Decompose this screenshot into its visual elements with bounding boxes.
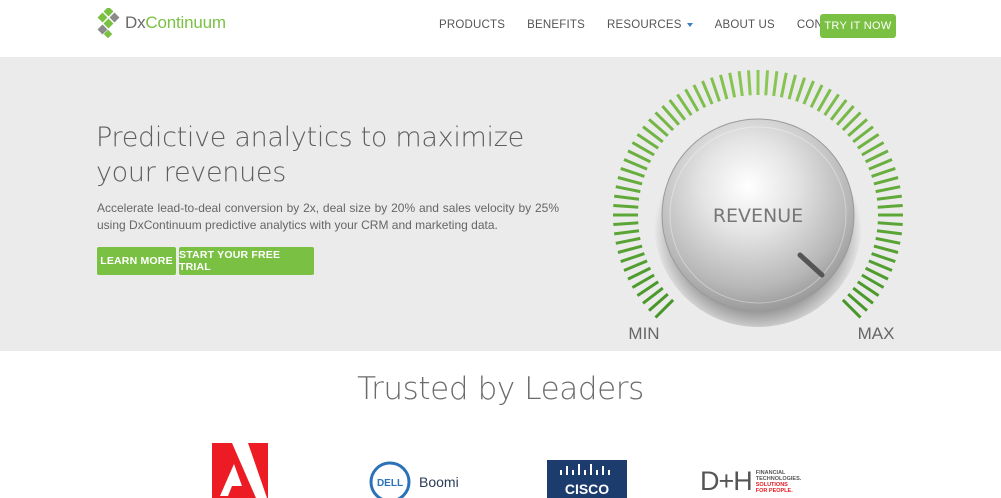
boomi-word: Boomi [419, 474, 459, 490]
dial-tick [709, 77, 721, 102]
hero-section: Predictive analytics to maximize your re… [0, 57, 1001, 351]
dial-tick [613, 221, 639, 226]
start-free-trial-button[interactable]: START YOUR FREE TRIAL [179, 247, 314, 275]
dial-tick [875, 185, 901, 194]
dial-tick [877, 221, 903, 226]
brand-logo[interactable]: DxContinuum [96, 6, 226, 39]
dial-tick [701, 80, 714, 105]
dial-tick [871, 166, 896, 178]
dial-tick [719, 74, 729, 100]
revenue-dial: REVENUE MIN MAX [608, 65, 908, 350]
dial-tick [747, 70, 752, 96]
nav-benefits[interactable]: BENEFITS [516, 15, 596, 35]
dell-boomi-logo: DELL Boomi [369, 461, 459, 498]
dxcontinuum-logo-icon [96, 6, 122, 39]
dial-tick [868, 158, 893, 171]
dial-tick [614, 229, 640, 236]
dial-tick [620, 166, 645, 178]
nav-resources-label: RESOURCES [606, 19, 682, 31]
main-menu: PRODUCTS BENEFITS RESOURCES ABOUT US CON… [428, 15, 884, 35]
svg-text:CISCO: CISCO [565, 481, 609, 497]
dial-min-label: MIN [628, 324, 659, 343]
dial-label: REVENUE [713, 205, 803, 227]
cisco-logo: CISCO [547, 460, 627, 498]
chevron-down-icon [686, 22, 693, 27]
dial-tick [802, 80, 815, 105]
brand-name: DxContinuum [125, 13, 226, 32]
dial-tick [620, 252, 645, 264]
hero-subtitle: Accelerate lead-to-deal conversion by 2x… [97, 201, 559, 232]
dial-tick [871, 252, 896, 264]
dial-tick [779, 72, 788, 98]
dial-tick [875, 236, 901, 245]
dial-tick [615, 236, 641, 245]
dial-tick [614, 194, 640, 201]
trusted-heading: Trusted by Leaders [357, 371, 644, 407]
dial-tick [613, 204, 639, 209]
dial-tick [873, 244, 899, 254]
page: DxContinuum PRODUCTS BENEFITS RESOURCES … [0, 0, 1001, 498]
client-logos: DELL Boomi CISCO D+H FINANCIAL TECHNOLOG… [0, 440, 1001, 498]
dh-tagline: FINANCIAL TECHNOLOGIES. SOLUTIONS FOR PE… [755, 469, 802, 494]
nav-products[interactable]: PRODUCTS [428, 15, 516, 35]
dial-max-label: MAX [858, 324, 895, 343]
nav-about-us[interactable]: ABOUT US [704, 15, 786, 35]
dial-tick [623, 158, 648, 171]
nav-resources[interactable]: RESOURCES [596, 15, 704, 35]
dial-tick [876, 194, 902, 201]
dial-tick [623, 259, 648, 272]
dial-tick [795, 77, 807, 102]
dial-tick [737, 71, 744, 97]
dial-tick [615, 185, 641, 194]
dh-logo: D+H FINANCIAL TECHNOLOGIES. SOLUTIONS FO… [700, 466, 801, 497]
dial-tick [617, 176, 643, 186]
dial-tick [876, 229, 902, 236]
dial-tick [787, 74, 797, 100]
svg-text:DELL: DELL [377, 478, 403, 489]
dial-tick [868, 259, 893, 272]
top-navbar: DxContinuum PRODUCTS BENEFITS RESOURCES … [0, 0, 1001, 57]
learn-more-button[interactable]: LEARN MORE [97, 247, 176, 275]
adobe-logo [212, 440, 268, 498]
dial-tick [617, 244, 643, 254]
dh-mark: D+H [700, 466, 753, 496]
dial-tick [728, 72, 737, 98]
hero-title: Predictive analytics to maximize your re… [96, 122, 524, 188]
try-it-now-button[interactable]: TRY IT NOW [820, 14, 896, 38]
dial-tick [772, 71, 779, 97]
dial-tick [764, 70, 769, 96]
dial-tick [873, 176, 899, 186]
dial-tick [877, 204, 903, 209]
